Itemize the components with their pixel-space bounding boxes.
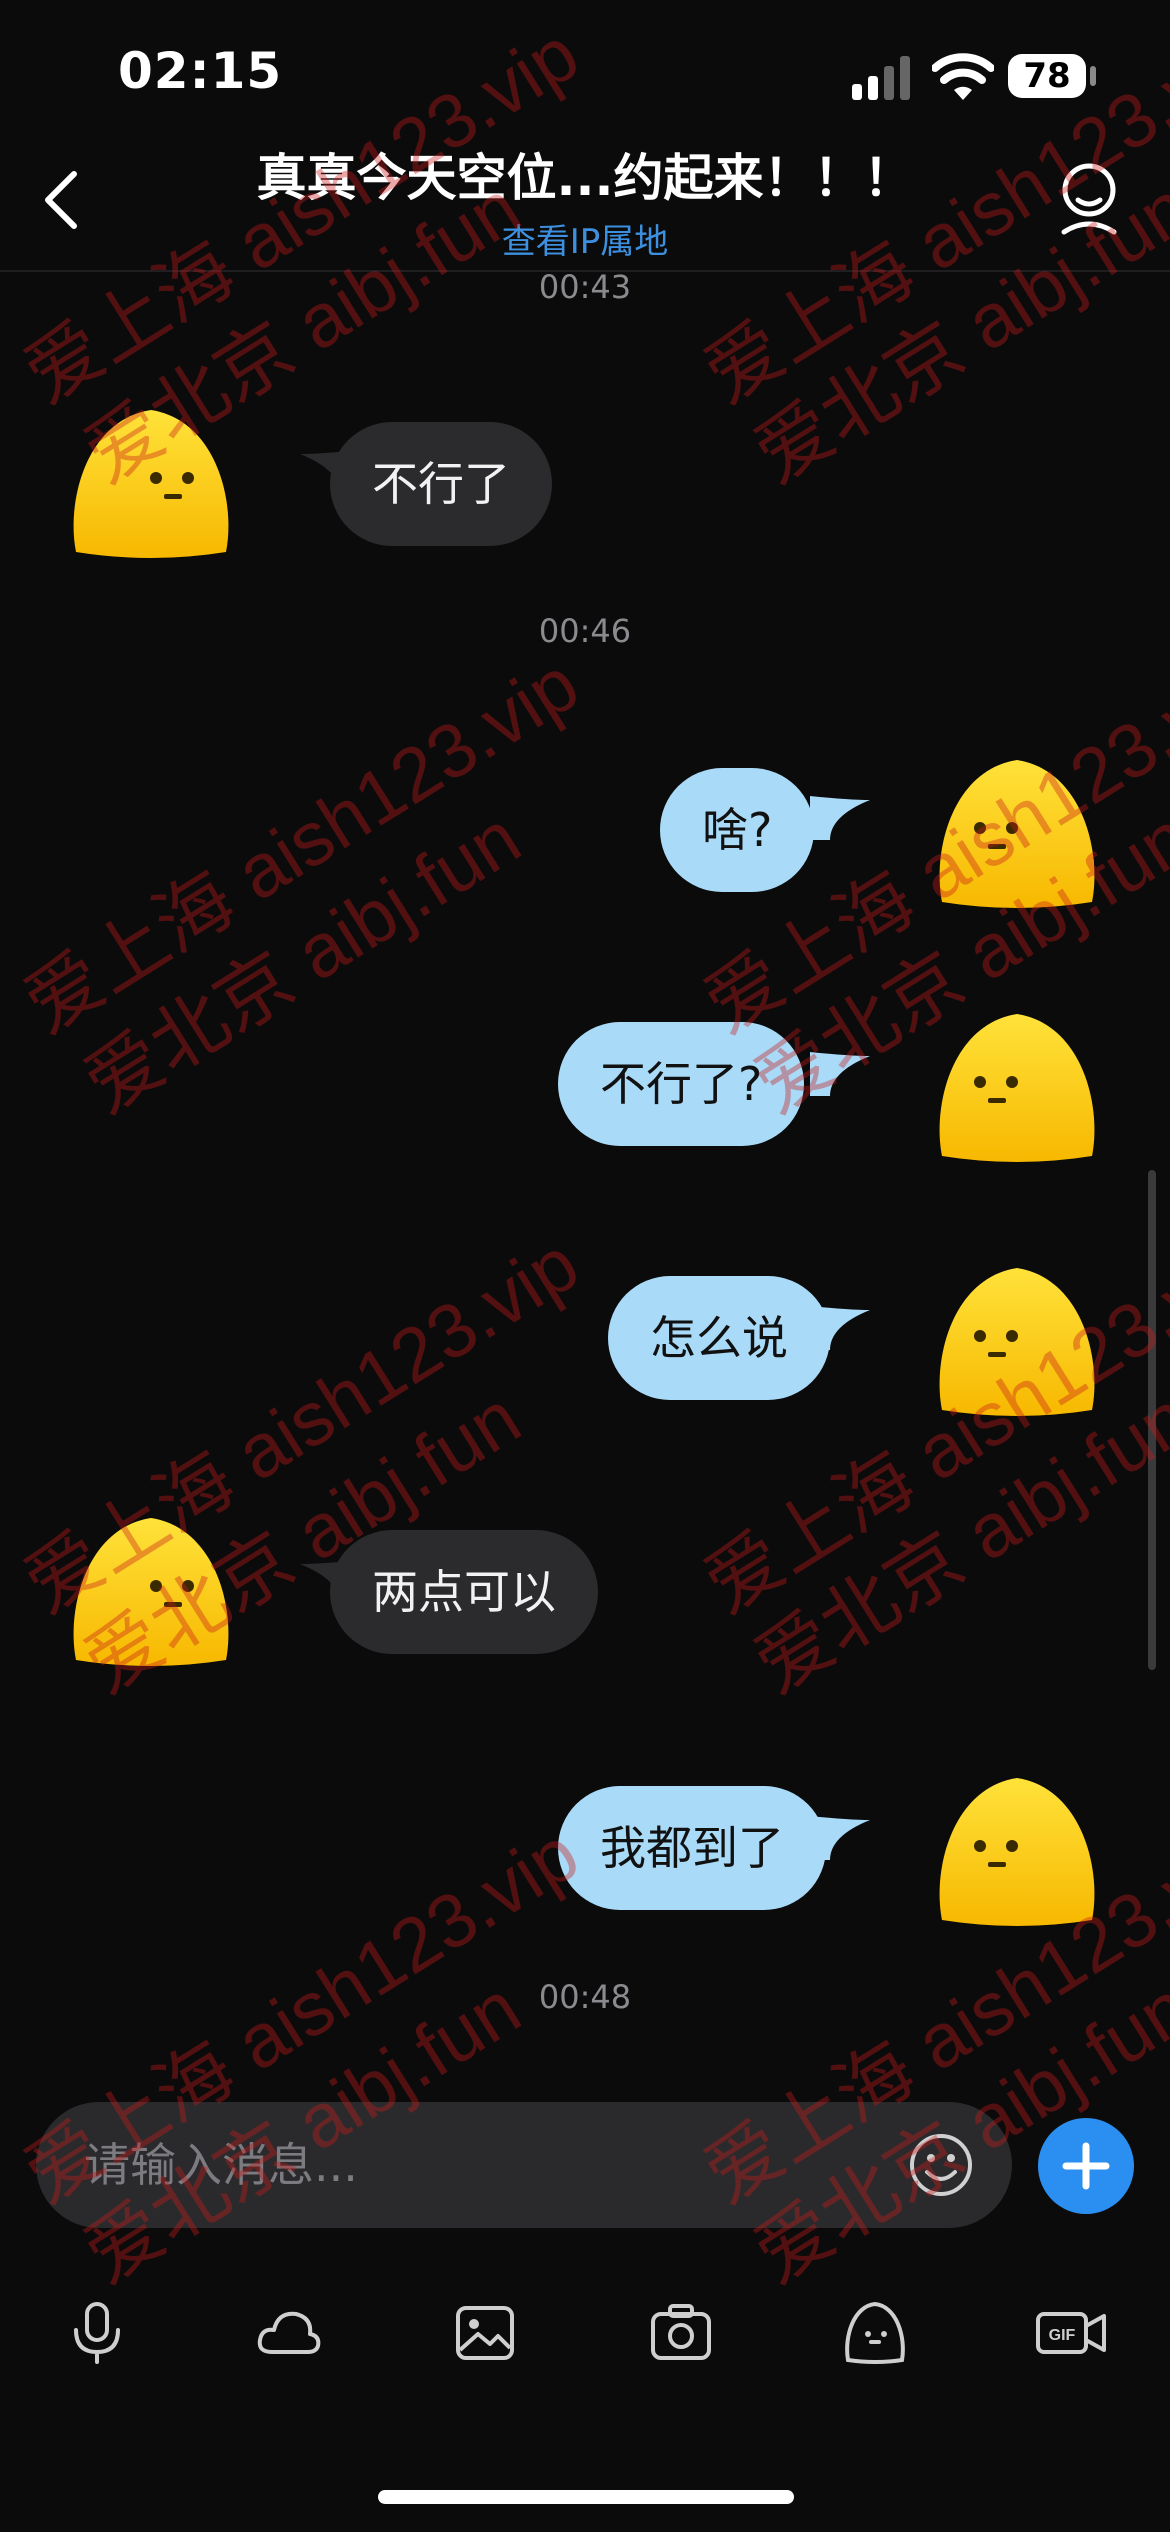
message-bubble-incoming[interactable]: 不行了 bbox=[330, 422, 552, 546]
avatar-outgoing[interactable] bbox=[932, 1006, 1102, 1166]
scrollbar[interactable] bbox=[1148, 1170, 1156, 1670]
add-button[interactable] bbox=[1038, 2118, 1134, 2214]
watermark-text: 爱上海 aish123.vip bbox=[10, 11, 593, 420]
timestamp: 00:43 bbox=[538, 268, 632, 306]
plus-icon bbox=[1062, 2142, 1110, 2190]
profile-icon[interactable] bbox=[1056, 160, 1122, 236]
avatar-incoming[interactable] bbox=[66, 402, 236, 562]
message-bubble-outgoing[interactable]: 我都到了 bbox=[558, 1786, 826, 1910]
bubble-tail bbox=[810, 1052, 870, 1096]
mic-icon[interactable] bbox=[64, 2300, 130, 2366]
avatar-outgoing[interactable] bbox=[932, 1770, 1102, 1930]
wifi-icon bbox=[932, 53, 994, 100]
avatar-incoming[interactable] bbox=[66, 1510, 236, 1670]
image-icon[interactable] bbox=[452, 2300, 518, 2366]
chat-title: 真真今天空位...约起来！！！ bbox=[256, 149, 914, 207]
camera-icon[interactable] bbox=[648, 2300, 714, 2366]
sticker-icon[interactable] bbox=[842, 2300, 908, 2366]
message-bubble-outgoing[interactable]: 啥? bbox=[660, 768, 815, 892]
timestamp: 00:48 bbox=[538, 1978, 632, 2016]
emoji-icon[interactable] bbox=[908, 2132, 974, 2198]
message-bubble-outgoing[interactable]: 怎么说 bbox=[608, 1276, 830, 1400]
status-time: 02:15 bbox=[118, 42, 283, 100]
timestamp: 00:46 bbox=[538, 612, 632, 650]
avatar-outgoing[interactable] bbox=[932, 752, 1102, 912]
battery-nub bbox=[1090, 66, 1096, 86]
view-ip-location-link[interactable]: 查看IP属地 bbox=[0, 214, 1170, 263]
message-bubble-incoming[interactable]: 两点可以 bbox=[330, 1530, 598, 1654]
watermark-text: 爱上海 aish123.vip bbox=[10, 641, 593, 1050]
watermark-text: 爱北京 aibj.fun bbox=[70, 795, 535, 1130]
avatar-outgoing[interactable] bbox=[932, 1260, 1102, 1420]
message-bubble-outgoing[interactable]: 不行了? bbox=[558, 1022, 805, 1146]
bubble-tail bbox=[810, 796, 870, 840]
svg-text:GIF: GIF bbox=[1049, 2327, 1076, 2344]
home-indicator bbox=[378, 2490, 794, 2504]
battery-indicator: 78 bbox=[1008, 54, 1086, 98]
cellular-signal-icon bbox=[852, 56, 910, 100]
cloud-icon[interactable] bbox=[256, 2300, 322, 2366]
message-input-placeholder: 请输入消息... bbox=[84, 2138, 358, 2192]
gif-icon[interactable]: GIF bbox=[1034, 2300, 1108, 2366]
